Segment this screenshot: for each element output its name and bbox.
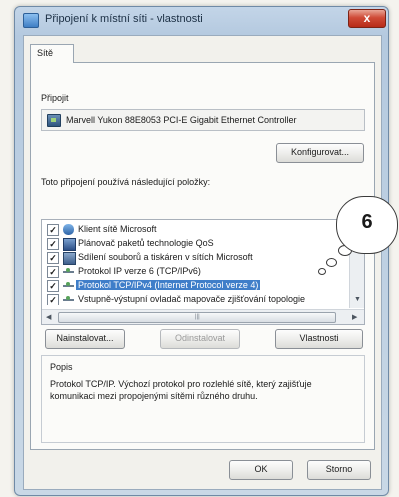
item-label: Protokol TCP/IPv4 (Internet Protocol ver…	[76, 280, 261, 290]
adapter-name: Marvell Yukon 88E8053 PCI-E Gigabit Ethe…	[66, 115, 297, 125]
item-label: Plánovač paketů technologie QoS	[78, 238, 214, 248]
protocol-icon	[63, 296, 74, 301]
properties-button[interactable]: Vlastnosti	[275, 329, 363, 349]
scroll-down-icon[interactable]: ▼	[354, 296, 361, 303]
item-checkbox[interactable]: ✓	[47, 294, 59, 305]
list-item-ipv4[interactable]: ✓ Protokol TCP/IPv4 (Internet Protocol v…	[42, 279, 348, 293]
list-item-lltd-mapper[interactable]: ✓ Vstupně-výstupní ovladač mapovače zjiš…	[42, 293, 348, 305]
callout-number: 6	[361, 211, 373, 233]
packet-scheduler-icon	[63, 238, 76, 251]
list-item-file-and-printer-sharing[interactable]: ✓ Sdílení souborů a tiskáren v sítích Mi…	[42, 251, 348, 265]
scroll-right-icon[interactable]: ▶	[352, 313, 357, 321]
scroll-thumb[interactable]: |||	[58, 312, 336, 323]
connect-using-label: Připojit	[41, 93, 69, 103]
protocol-icon	[63, 282, 74, 287]
properties-dialog: Připojení k místní síti - vlastnosti x S…	[14, 6, 389, 496]
list-item-client-for-microsoft-networks[interactable]: ✓ Klient sítě Microsoft	[42, 223, 348, 237]
title-bar[interactable]: Připojení k místní síti - vlastnosti x	[15, 7, 388, 33]
network-client-icon	[63, 224, 74, 235]
item-checkbox[interactable]: ✓	[47, 266, 59, 278]
adapter-field: Marvell Yukon 88E8053 PCI-E Gigabit Ethe…	[41, 109, 365, 131]
description-label: Popis	[50, 362, 73, 372]
callout-cloud: 6	[336, 196, 398, 254]
configure-button[interactable]: Konfigurovat...	[276, 143, 364, 163]
close-button[interactable]: x	[348, 9, 386, 28]
file-sharing-icon	[63, 252, 76, 265]
protocol-icon	[63, 268, 74, 273]
list-item-ipv6[interactable]: ✓ Protokol IP verze 6 (TCP/IPv6)	[42, 265, 348, 279]
thumb-grip: |||	[195, 314, 200, 320]
network-adapter-icon	[47, 114, 61, 127]
item-label: Protokol IP verze 6 (TCP/IPv6)	[78, 266, 201, 276]
window-title: Připojení k místní síti - vlastnosti	[45, 13, 203, 25]
description-group: Popis Protokol TCP/IP. Výchozí protokol …	[41, 355, 365, 443]
uninstall-button[interactable]: Odinstalovat	[160, 329, 240, 349]
ok-button[interactable]: OK	[229, 460, 293, 480]
horizontal-scrollbar[interactable]: ◀ ||| ▶	[42, 309, 364, 324]
tab-networking[interactable]: Sítě	[30, 44, 74, 63]
callout-bubble-small	[318, 268, 326, 275]
cancel-button[interactable]: Storno	[307, 460, 371, 480]
item-label: Klient sítě Microsoft	[78, 224, 157, 234]
callout-bubble-medium	[326, 258, 337, 267]
item-checkbox[interactable]: ✓	[47, 280, 59, 292]
item-checkbox[interactable]: ✓	[47, 224, 59, 236]
network-connection-icon	[23, 13, 39, 28]
description-text: Protokol TCP/IP. Výchozí protokol pro ro…	[50, 379, 312, 401]
list-item-qos-packet-scheduler[interactable]: ✓ Plánovač paketů technologie QoS	[42, 237, 348, 251]
item-checkbox[interactable]: ✓	[47, 252, 59, 264]
items-label: Toto připojení používá následující polož…	[41, 177, 211, 187]
scroll-left-icon[interactable]: ◀	[46, 313, 51, 321]
item-label: Sdílení souborů a tiskáren v sítích Micr…	[78, 252, 253, 262]
item-label: Vstupně-výstupní ovladač mapovače zjišťo…	[78, 294, 306, 304]
tab-panel: Připojit Marvell Yukon 88E8053 PCI-E Gig…	[30, 62, 375, 450]
install-button[interactable]: Nainstalovat...	[45, 329, 125, 349]
item-checkbox[interactable]: ✓	[47, 238, 59, 250]
items-list[interactable]: ✓ Klient sítě Microsoft ✓ Plánovač paket…	[41, 219, 365, 325]
